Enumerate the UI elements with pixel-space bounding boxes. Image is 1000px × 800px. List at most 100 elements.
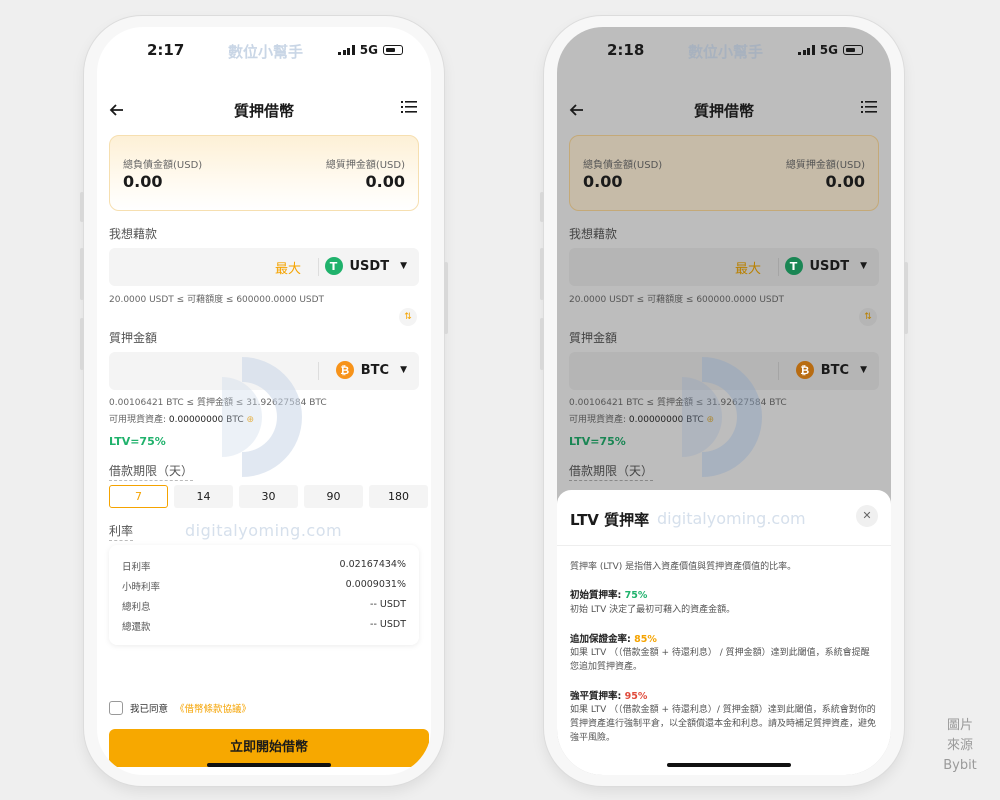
side-button	[444, 262, 448, 334]
network-label: 5G	[819, 43, 838, 57]
collateral-coin-select: ₿ BTC ▼	[795, 361, 867, 379]
term-option-180[interactable]: 180	[369, 485, 428, 508]
max-button: 最大	[734, 262, 761, 277]
margin-call-desc: 如果 LTV （（借款金額 + 待還利息） / 質押金額）達到此閾值，系統會提醒…	[570, 648, 870, 672]
borrow-coin-select[interactable]: T USDT ▼	[324, 257, 407, 275]
nav-bar: 質押借幣	[97, 97, 431, 127]
sheet-intro: 質押率 (LTV) 是指借入資產價值與質押資產價值的比率。	[570, 562, 797, 572]
chevron-down-icon: ▼	[860, 261, 867, 271]
rate-row: 總利息 -- USDT	[122, 599, 406, 613]
rate-row: 總還款 -- USDT	[122, 619, 406, 633]
home-indicator	[667, 763, 791, 767]
usdt-icon: T	[784, 257, 803, 275]
btc-icon: ₿	[795, 361, 814, 379]
ltv-link[interactable]: LTV=75%	[109, 435, 166, 448]
collateral-label: 質押金額	[109, 331, 158, 345]
agree-checkbox[interactable]	[109, 701, 123, 715]
usdt-icon: T	[324, 257, 343, 275]
side-button	[540, 248, 544, 300]
collateral-coin-select[interactable]: ₿ BTC ▼	[335, 361, 407, 379]
chevron-down-icon: ▼	[400, 365, 407, 375]
phone-left: 2:17 數位小幫手 5G 質押借幣 總負債金額(USD) 0.00 總質押金額…	[80, 16, 448, 786]
total-collateral-label: 總質押金額(USD)	[325, 160, 405, 171]
total-debt-value: 0.00	[583, 172, 623, 191]
btc-icon: ₿	[335, 361, 354, 379]
status-time: 2:17	[147, 41, 185, 59]
liquidation-desc: 如果 LTV （（借款金額 + 待還利息）/ 質押金額）達到此閾值，系統會對你的…	[570, 705, 877, 743]
rate-card: 日利率 0.02167434% 小時利率 0.0009031% 總利息 -- USDT…	[109, 545, 419, 645]
start-borrow-button[interactable]: 立即開始借幣	[109, 729, 429, 767]
collateral-coin-label: BTC	[360, 362, 390, 378]
term-options: 7 14 30 90 180	[109, 485, 428, 508]
status-bar: 2:18 數位小幫手 5G	[557, 27, 891, 71]
term-option-7[interactable]: 7	[109, 485, 168, 508]
borrow-coin-select: T USDT ▼	[784, 257, 867, 275]
borrow-label: 我想藉款	[569, 227, 618, 241]
ltv-info-sheet: LTV 質押率 digitalyoming.com ✕ 質押率 (LTV) 是指…	[557, 490, 891, 775]
list-menu-icon[interactable]	[861, 99, 877, 118]
signal-icon	[798, 45, 815, 55]
watermark-logo-icon	[682, 357, 792, 481]
rate-row: 日利率 0.02167434%	[122, 559, 406, 573]
borrow-coin-label: USDT	[809, 258, 850, 274]
page-title: 質押借幣	[693, 102, 754, 120]
term-label: 借款期限（天）	[109, 462, 194, 481]
borrow-range: 20.0000 USDT ≤ 可藉額度 ≤ 600000.0000 USDT	[569, 295, 785, 305]
ltv-link: LTV=75%	[569, 435, 626, 448]
chevron-down-icon: ▼	[400, 261, 407, 271]
margin-call-heading: 追加保證金率: 85%	[570, 634, 657, 645]
term-option-30[interactable]: 30	[239, 485, 298, 508]
list-menu-icon[interactable]	[401, 99, 417, 118]
total-collateral-value: 0.00	[365, 172, 405, 191]
borrow-range: 20.0000 USDT ≤ 可藉額度 ≤ 600000.0000 USDT	[109, 295, 325, 305]
summary-card: 總負債金額(USD) 0.00 總質押金額(USD) 0.00	[109, 135, 419, 211]
watermark-top: 數位小幫手	[228, 43, 304, 61]
swap-icon[interactable]: ⇅	[399, 308, 417, 326]
total-collateral-value: 0.00	[825, 172, 865, 191]
borrow-amount-input[interactable]: 最大 T USDT ▼	[109, 248, 419, 286]
side-button	[80, 318, 84, 370]
side-button	[80, 248, 84, 300]
home-indicator	[207, 763, 331, 767]
initial-ltv-heading: 初始質押率: 75%	[570, 590, 648, 601]
term-option-14[interactable]: 14	[174, 485, 233, 508]
side-button	[80, 192, 84, 222]
network-label: 5G	[359, 43, 378, 57]
nav-bar: 質押借幣	[557, 97, 891, 127]
side-button	[540, 318, 544, 370]
page-title: 質押借幣	[233, 102, 294, 120]
watermark-text: digitalyoming.com	[185, 521, 343, 540]
total-collateral-label: 總質押金額(USD)	[785, 160, 865, 171]
phone-right: 2:18 數位小幫手 5G 質押借幣 總負債金額(USD) 0.00 總質押金額…	[540, 16, 908, 786]
side-button	[904, 262, 908, 334]
agree-row[interactable]: 我已同意 《借幣條款協議》	[109, 701, 251, 715]
collateral-coin-label: BTC	[820, 362, 850, 378]
terms-link[interactable]: 《借幣條款協議》	[175, 701, 251, 715]
swap-icon: ⇅	[859, 308, 877, 326]
term-option-90[interactable]: 90	[304, 485, 363, 508]
liquidation-heading: 強平質押率: 95%	[570, 691, 648, 702]
rate-label: 利率	[109, 522, 134, 541]
screen: 2:18 數位小幫手 5G 質押借幣 總負債金額(USD) 0.00 總質押金額…	[557, 27, 891, 775]
term-label: 借款期限（天）	[569, 462, 654, 481]
total-debt-label: 總負債金額(USD)	[583, 160, 663, 171]
sheet-title: LTV 質押率	[570, 511, 650, 529]
side-button	[540, 192, 544, 222]
image-credit: 圖片 來源 Bybit	[943, 718, 977, 773]
max-button[interactable]: 最大	[275, 258, 301, 277]
initial-ltv-desc: 初始 LTV 決定了最初可藉入的資產金額。	[570, 605, 736, 615]
borrow-label: 我想藉款	[109, 227, 158, 241]
watermark-text: digitalyoming.com	[657, 509, 806, 528]
close-icon[interactable]: ✕	[856, 505, 878, 527]
status-bar: 2:17 數位小幫手 5G	[97, 27, 431, 71]
total-debt-value: 0.00	[123, 172, 163, 191]
summary-card: 總負債金額(USD) 0.00 總質押金額(USD) 0.00	[569, 135, 879, 211]
rate-row: 小時利率 0.0009031%	[122, 579, 406, 593]
borrow-amount-input: 最大 T USDT ▼	[569, 248, 879, 286]
screen: 2:17 數位小幫手 5G 質押借幣 總負債金額(USD) 0.00 總質押金額…	[97, 27, 431, 775]
watermark-logo-icon	[222, 357, 332, 481]
watermark-top: 數位小幫手	[688, 43, 764, 61]
battery-icon	[843, 45, 863, 55]
collateral-label: 質押金額	[569, 331, 618, 345]
borrow-coin-label: USDT	[349, 258, 390, 274]
